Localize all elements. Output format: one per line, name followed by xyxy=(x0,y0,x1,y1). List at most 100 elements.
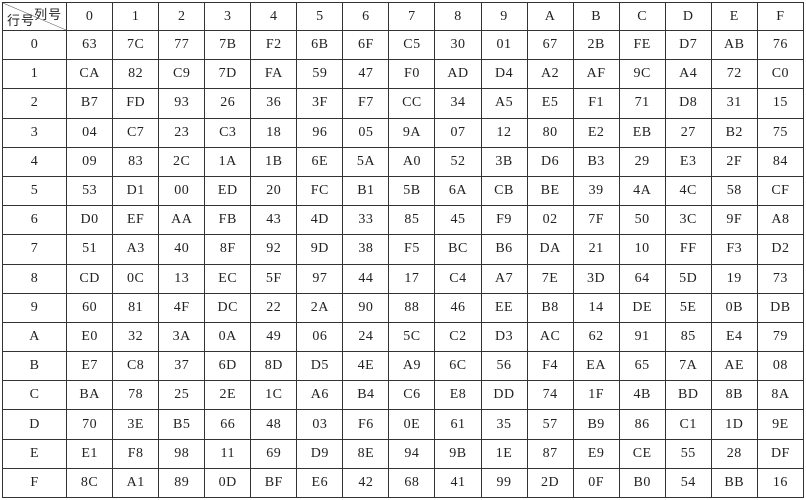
col-header: F xyxy=(757,3,803,31)
cell: FA xyxy=(251,60,297,89)
cell: BC xyxy=(435,235,481,264)
cell: 56 xyxy=(481,352,527,381)
cell: 5E xyxy=(665,293,711,322)
cell: 57 xyxy=(527,410,573,439)
cell: B4 xyxy=(343,381,389,410)
cell: 2C xyxy=(159,147,205,176)
cell: 86 xyxy=(619,410,665,439)
cell: 1C xyxy=(251,381,297,410)
cell: 15 xyxy=(757,89,803,118)
cell: CB xyxy=(481,176,527,205)
cell: A6 xyxy=(297,381,343,410)
cell: 5C xyxy=(389,322,435,351)
cell: 9B xyxy=(435,439,481,468)
col-header: 8 xyxy=(435,3,481,31)
corner-row-label: 行号 xyxy=(7,10,35,29)
cell: D3 xyxy=(481,322,527,351)
row-header: 1 xyxy=(3,60,67,89)
cell: 19 xyxy=(711,264,757,293)
cell: 14 xyxy=(573,293,619,322)
cell: 70 xyxy=(67,410,113,439)
cell: ED xyxy=(205,176,251,205)
cell: 53 xyxy=(67,176,113,205)
row-header: 7 xyxy=(3,235,67,264)
cell: EE xyxy=(481,293,527,322)
cell: C5 xyxy=(389,31,435,60)
cell: 2B xyxy=(573,31,619,60)
cell: 51 xyxy=(67,235,113,264)
cell: 02 xyxy=(527,206,573,235)
cell: A7 xyxy=(481,264,527,293)
cell: A2 xyxy=(527,60,573,89)
cell: 45 xyxy=(435,206,481,235)
cell: 05 xyxy=(343,118,389,147)
cell: 49 xyxy=(251,322,297,351)
cell: BB xyxy=(711,468,757,497)
cell: D1 xyxy=(113,176,159,205)
cell: B9 xyxy=(573,410,619,439)
cell: C1 xyxy=(665,410,711,439)
cell: F5 xyxy=(389,235,435,264)
cell: 7F xyxy=(573,206,619,235)
cell: 2A xyxy=(297,293,343,322)
col-header: 9 xyxy=(481,3,527,31)
cell: 5F xyxy=(251,264,297,293)
cell: 9F xyxy=(711,206,757,235)
cell: 39 xyxy=(573,176,619,205)
cell: 8E xyxy=(343,439,389,468)
col-header: A xyxy=(527,3,573,31)
table-row: 6D0EFAAFB434D338545F9027F503C9FA8 xyxy=(3,206,804,235)
cell: 77 xyxy=(159,31,205,60)
table-row: BE7C8376D8DD54EA96C56F4EA657AAE08 xyxy=(3,352,804,381)
cell: A0 xyxy=(389,147,435,176)
cell: AB xyxy=(711,31,757,60)
cell: FD xyxy=(113,89,159,118)
cell: 7D xyxy=(205,60,251,89)
cell: 87 xyxy=(527,439,573,468)
row-header: 4 xyxy=(3,147,67,176)
cell: 0B xyxy=(711,293,757,322)
row-header: 3 xyxy=(3,118,67,147)
cell: AA xyxy=(159,206,205,235)
table-row: AE0323A0A4906245CC2D3AC629185E479 xyxy=(3,322,804,351)
cell: 09 xyxy=(67,147,113,176)
cell: D0 xyxy=(67,206,113,235)
cell: 8D xyxy=(251,352,297,381)
cell: 0C xyxy=(113,264,159,293)
cell: 61 xyxy=(435,410,481,439)
cell: 3A xyxy=(159,322,205,351)
cell: C2 xyxy=(435,322,481,351)
cell: A8 xyxy=(757,206,803,235)
cell: E6 xyxy=(297,468,343,497)
cell: 88 xyxy=(389,293,435,322)
cell: D6 xyxy=(527,147,573,176)
cell: 84 xyxy=(757,147,803,176)
cell: 54 xyxy=(665,468,711,497)
cell: 35 xyxy=(481,410,527,439)
cell: B2 xyxy=(711,118,757,147)
col-header: D xyxy=(665,3,711,31)
cell: A3 xyxy=(113,235,159,264)
col-header: B xyxy=(573,3,619,31)
cell: AD xyxy=(435,60,481,89)
cell: 34 xyxy=(435,89,481,118)
cell: B8 xyxy=(527,293,573,322)
cell: E3 xyxy=(665,147,711,176)
cell: 10 xyxy=(619,235,665,264)
cell: E9 xyxy=(573,439,619,468)
cell: 7E xyxy=(527,264,573,293)
cell: 8C xyxy=(67,468,113,497)
cell: 91 xyxy=(619,322,665,351)
cell: B6 xyxy=(481,235,527,264)
table-row: 553D100ED20FCB15B6ACBBE394A4C58CF xyxy=(3,176,804,205)
cell: 08 xyxy=(757,352,803,381)
cell: BA xyxy=(67,381,113,410)
cell: 27 xyxy=(665,118,711,147)
cell: 9A xyxy=(389,118,435,147)
cell: DD xyxy=(481,381,527,410)
cell: 46 xyxy=(435,293,481,322)
cell: BF xyxy=(251,468,297,497)
cell: 4A xyxy=(619,176,665,205)
cell: FF xyxy=(665,235,711,264)
cell: C6 xyxy=(389,381,435,410)
